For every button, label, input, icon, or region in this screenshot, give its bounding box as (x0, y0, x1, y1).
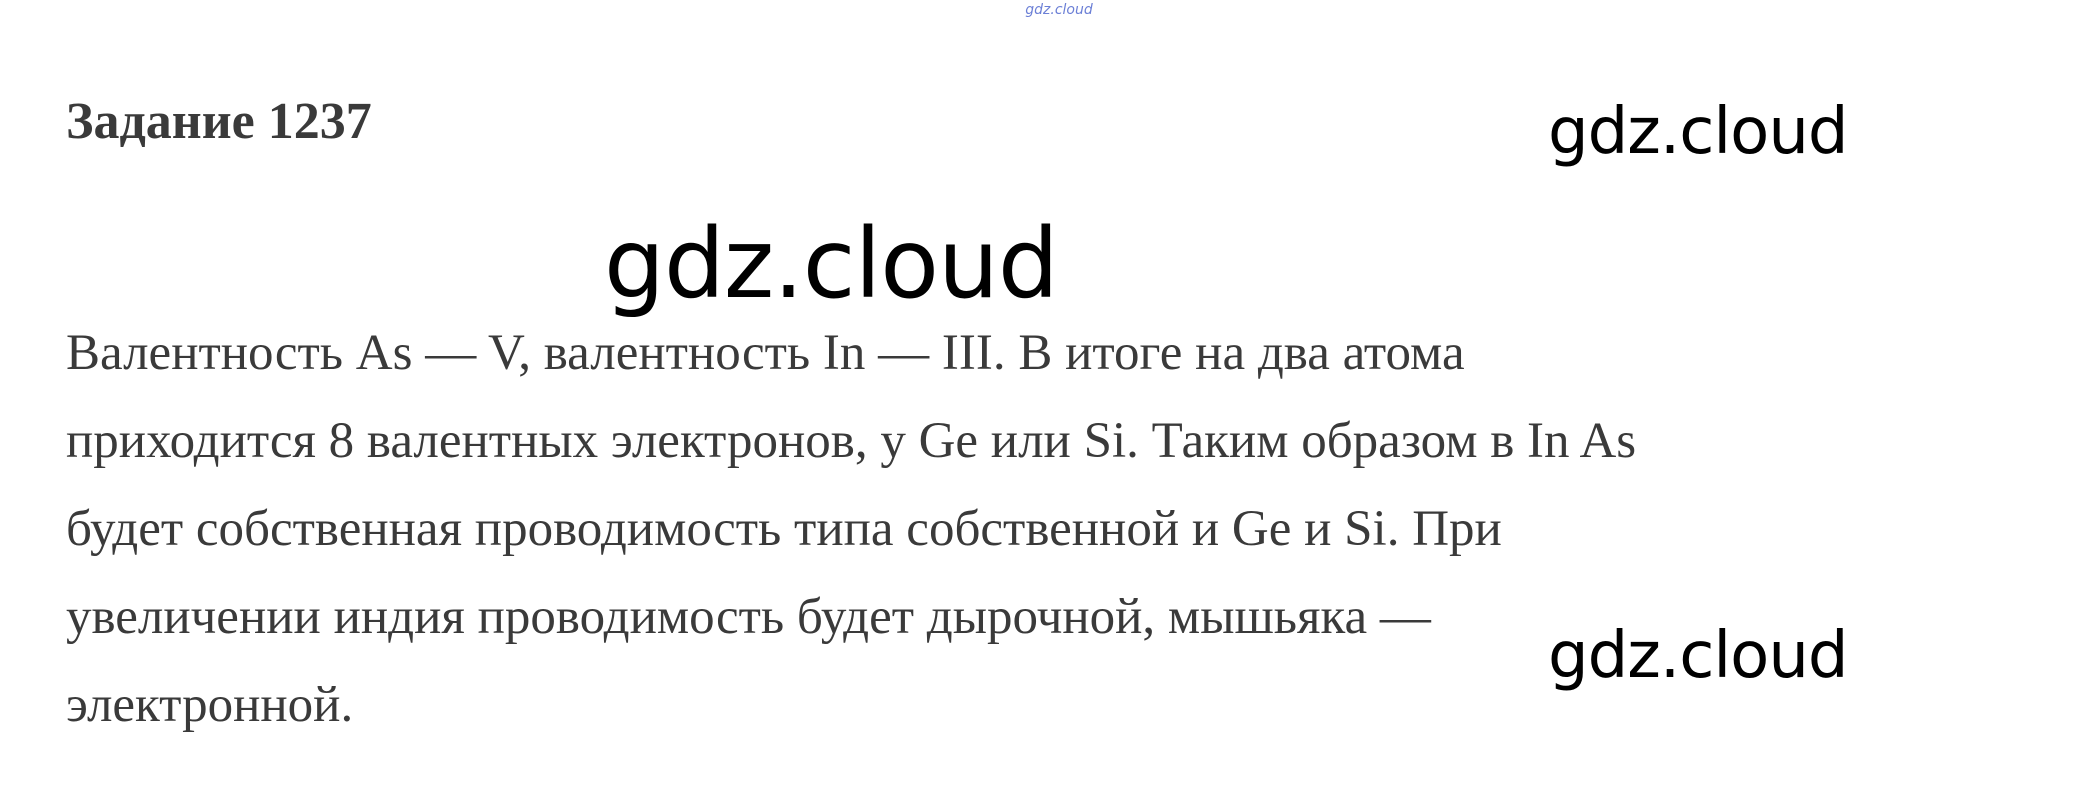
answer-line-2: приходится 8 валентных электронов, у Ge … (66, 413, 1637, 469)
answer-line-1: Валентность As — V, валентность In — III… (66, 325, 1465, 381)
answer-line-3: будет собственная проводимость типа собс… (66, 501, 1502, 557)
watermark-top-right: gdz.cloud (1548, 95, 1848, 169)
watermark-center: gdz.cloud (604, 208, 1059, 320)
watermark-bottom-right: gdz.cloud (1548, 619, 1848, 693)
header-watermark: gdz.cloud (1025, 2, 1093, 18)
document-page: gdz.cloud Задание 1237 Валентность As — … (0, 0, 2100, 799)
task-title: Задание 1237 (66, 93, 372, 150)
